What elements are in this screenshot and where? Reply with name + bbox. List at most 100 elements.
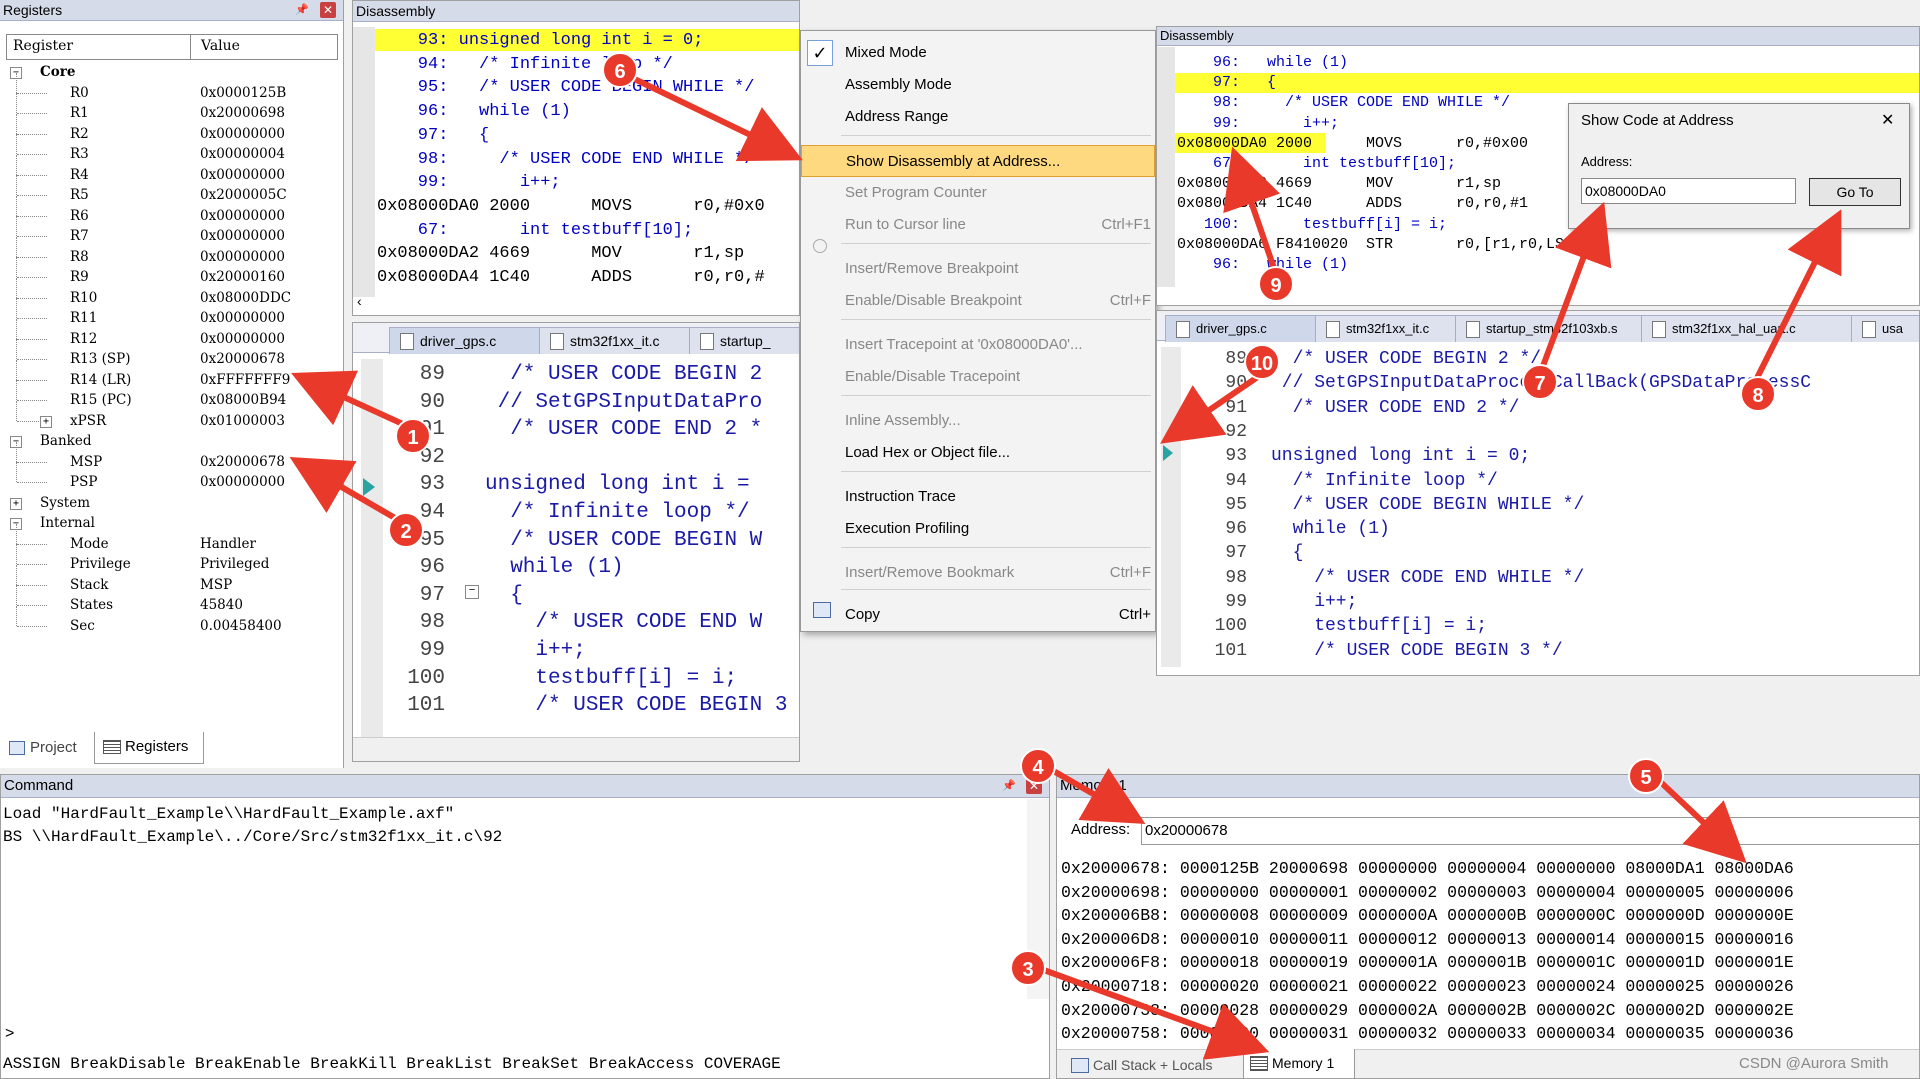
register-value[interactable]: 0x01000003 <box>200 411 285 431</box>
register-value[interactable]: 0x00000000 <box>200 472 285 492</box>
code-line[interactable]: 96 while (1) <box>1157 517 1919 541</box>
editor-tab[interactable]: stm32f1xx_hal_uart.c <box>1641 315 1879 342</box>
register-row[interactable]: Stack MSP <box>0 564 340 595</box>
col-value[interactable]: Value <box>201 38 240 54</box>
memory-row[interactable]: 0x20000678: 0000125B 20000698 00000000 0… <box>1061 857 1794 880</box>
col-register[interactable]: Register <box>13 38 73 54</box>
command-input[interactable] <box>21 1023 1021 1045</box>
expand-icon[interactable]: + <box>10 497 22 510</box>
register-row[interactable]: R6 0x00000000 <box>0 195 340 226</box>
code-line[interactable]: 100 testbuff[i] = i; <box>353 665 799 692</box>
register-value[interactable]: 0x20000698 <box>200 103 285 123</box>
register-row[interactable]: R15 (PC) 0x08000B94 <box>0 380 340 410</box>
register-value[interactable]: Handler <box>200 534 256 554</box>
menu-item[interactable]: Run to Cursor line Ctrl+F1 <box>801 209 1155 241</box>
menu-item[interactable]: Insert/Remove Breakpoint <box>801 253 1155 285</box>
code-line[interactable]: 98 /* USER CODE END WHILE */ <box>1157 566 1919 590</box>
register-value[interactable]: 0x08000B94 <box>200 390 286 410</box>
menu-item[interactable]: Insert/Remove Bookmark Ctrl+F <box>801 557 1155 589</box>
register-value[interactable]: 0x08000DDC <box>200 288 291 308</box>
tree-group-core[interactable]: − Core <box>0 62 340 82</box>
disasm-line[interactable]: 99: i++; <box>377 171 561 194</box>
menu-item[interactable]: Copy Ctrl+ <box>801 599 1155 631</box>
memory-row[interactable]: 0x200006F8: 00000018 00000019 0000001A 0… <box>1061 951 1794 974</box>
register-value[interactable]: 0x00000000 <box>200 329 285 349</box>
register-row[interactable]: R12 0x00000000 <box>0 318 340 349</box>
register-row[interactable]: MSP 0x20000678 <box>0 441 340 472</box>
disasm-line[interactable]: 0x08000DA4 1C40 ADDS r0,r0,#1 <box>1177 194 1528 214</box>
register-row[interactable]: States 45840 <box>0 585 340 615</box>
editor-tab[interactable]: startup_ <box>689 327 799 354</box>
register-row[interactable]: R13 (SP) 0x20000678 <box>0 339 340 369</box>
memory-row[interactable]: 0x20000738: 00000028 00000029 0000002A 0… <box>1061 999 1794 1022</box>
disasm-line[interactable]: 0x08000DA0 2000 MOVS r0,#0x00 <box>1177 134 1528 154</box>
register-row[interactable]: R10 0x08000DDC <box>0 277 340 308</box>
code-line[interactable]: 92 <box>1157 420 1919 444</box>
pin-icon[interactable]: 📌 <box>294 2 310 18</box>
code-line[interactable]: 96 while (1) <box>353 554 799 581</box>
editor-tab[interactable]: startup_stm32f103xb.s <box>1455 315 1669 342</box>
tree-group-system[interactable]: + System <box>0 493 340 513</box>
disasm-line[interactable]: 98: /* USER CODE END WHILE */ <box>377 148 755 171</box>
code-line[interactable]: 89 /* USER CODE BEGIN 2 <box>353 361 799 388</box>
hscroll[interactable] <box>353 737 799 761</box>
register-value[interactable]: 0x00000000 <box>200 247 285 267</box>
disasm-line[interactable]: 67: int testbuff[10]; <box>377 219 693 242</box>
fold-icon[interactable]: − <box>465 585 479 599</box>
disasm-line[interactable]: 93: unsigned long int i = 0; <box>377 29 704 52</box>
menu-item[interactable]: Enable/Disable Breakpoint Ctrl+F <box>801 285 1155 317</box>
menu-item[interactable]: Insert Tracepoint at '0x08000DA0'... <box>801 329 1155 361</box>
register-row[interactable]: Privilege Privileged <box>0 544 340 574</box>
tree-group-banked[interactable]: − Banked <box>0 431 340 451</box>
code-line[interactable]: 99 i++; <box>353 637 799 664</box>
register-row[interactable]: PSP 0x00000000 <box>0 462 340 492</box>
register-row[interactable]: R4 0x00000000 <box>0 154 340 185</box>
memory-row[interactable]: 0x200006D8: 00000010 00000011 00000012 0… <box>1061 928 1794 951</box>
register-value[interactable]: 0x00000004 <box>200 144 285 164</box>
register-value[interactable]: Privileged <box>200 554 269 574</box>
code-line[interactable]: 93 unsigned long int i = 0; <box>1157 444 1919 468</box>
code-line[interactable]: 101 /* USER CODE BEGIN 3 */ <box>1157 639 1919 663</box>
register-value[interactable]: 0x20000678 <box>200 452 285 472</box>
register-row[interactable]: R14 (LR) 0xFFFFFFF9 <box>0 359 340 390</box>
register-row[interactable]: R11 0x00000000 <box>0 298 340 328</box>
register-row[interactable]: R0 0x0000125B <box>0 72 340 103</box>
memory-row[interactable]: 0x200006B8: 00000008 00000009 0000000A 0… <box>1061 904 1794 927</box>
disasm-line[interactable]: 97: { <box>1177 73 1276 93</box>
menu-item[interactable]: Enable/Disable Tracepoint <box>801 361 1155 393</box>
tab-project[interactable]: Project <box>4 734 88 762</box>
disasm-line[interactable]: 98: /* USER CODE END WHILE */ <box>1177 93 1510 113</box>
register-value[interactable]: 0x00000000 <box>200 124 285 144</box>
register-row[interactable]: R8 0x00000000 <box>0 236 340 267</box>
register-row[interactable]: R1 0x20000698 <box>0 93 340 123</box>
disasm-line[interactable]: 67: int testbuff[10]; <box>1177 154 1456 174</box>
memory-row[interactable]: 0x20000718: 00000020 00000021 00000022 0… <box>1061 975 1794 998</box>
expand-icon[interactable]: + <box>40 415 52 428</box>
register-value[interactable]: 0x00000000 <box>200 226 285 246</box>
disasm-line[interactable]: 100: testbuff[i] = i; <box>1177 215 1447 235</box>
code-line[interactable]: 98 /* USER CODE END W <box>353 609 799 636</box>
register-row[interactable]: + xPSR 0x01000003 <box>0 400 340 431</box>
menu-item[interactable]: Load Hex or Object file... <box>801 437 1155 469</box>
code-line[interactable]: 95 /* USER CODE BEGIN WHILE */ <box>1157 493 1919 517</box>
disasm-line[interactable]: 0x08000DA0 2000 MOVS r0,#0x0 <box>377 195 765 218</box>
register-row[interactable]: R3 0x00000004 <box>0 134 340 164</box>
memory-row[interactable]: 0x20000758: 00000030 00000031 00000032 0… <box>1061 1022 1794 1045</box>
tab-registers[interactable]: Registers <box>94 732 204 764</box>
register-value[interactable]: 0x20000160 <box>200 267 285 287</box>
disasm-line[interactable]: 97: { <box>377 124 489 147</box>
tab-memory-1[interactable]: Memory 1 <box>1243 1049 1355 1078</box>
scroll-left-arrow[interactable]: ‹ <box>357 293 362 309</box>
register-value[interactable]: 0x20000678 <box>200 349 285 369</box>
memory-row[interactable]: 0x20000698: 00000000 00000001 00000002 0… <box>1061 881 1794 904</box>
code-line[interactable]: 100 testbuff[i] = i; <box>1157 614 1919 638</box>
editor-tab[interactable]: usa <box>1851 315 1919 342</box>
code-line[interactable]: 90 // SetGPSInputDataPro <box>353 389 799 416</box>
register-value[interactable]: 0x00000000 <box>200 206 285 226</box>
tab-call-stack[interactable]: Call Stack + Locals <box>1065 1051 1235 1078</box>
code-line[interactable]: 97 { <box>353 582 799 609</box>
disasm-line[interactable]: 0x08000DA2 4669 MOV r1,sp <box>1177 174 1501 194</box>
register-value[interactable]: 0x00000000 <box>200 165 285 185</box>
menu-item[interactable]: Address Range <box>801 101 1155 133</box>
close-icon[interactable]: ✕ <box>320 2 336 18</box>
